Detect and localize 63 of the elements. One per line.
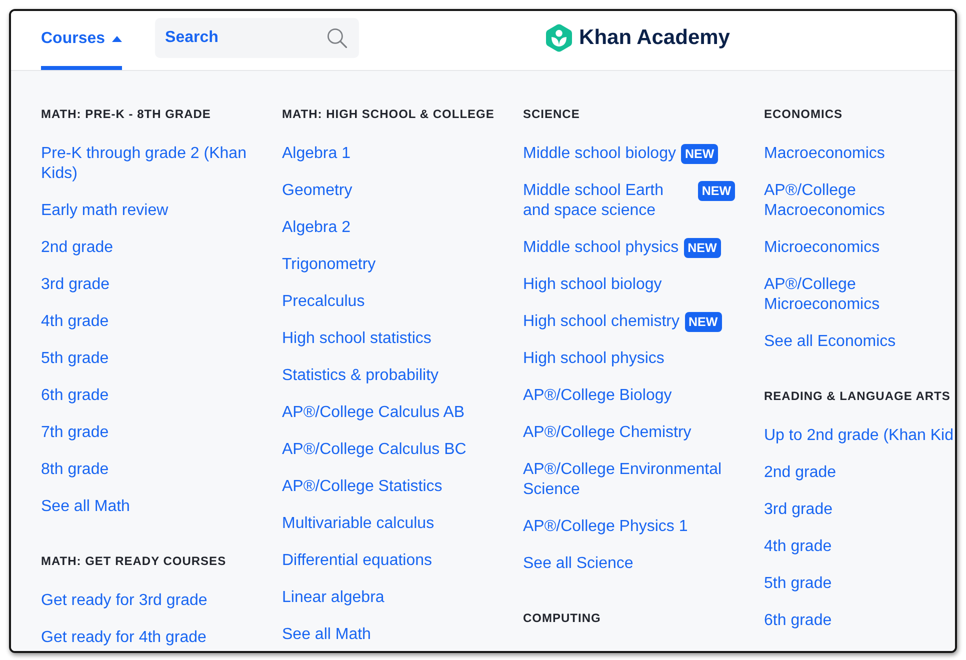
course-link[interactable]: 5th grade [41,349,109,369]
course-link[interactable]: Up to 2nd grade (Khan Kid [764,426,954,446]
new-badge: NEW [680,144,718,164]
new-badge: NEW [684,238,721,258]
course-link[interactable]: 6th grade [764,611,832,631]
course-link[interactable]: 6th grade [41,386,109,406]
course-link[interactable]: Linear algebra [282,588,384,608]
course-link[interactable]: Middle school biology [523,144,676,164]
course-link[interactable]: See all Math [41,497,130,517]
course-link[interactable]: 3rd grade [41,275,110,295]
course-link[interactable]: High school biology [523,275,662,295]
course-link[interactable]: Get ready for 3rd grade [41,591,208,611]
course-link[interactable]: Differential equations [282,551,432,571]
course-link[interactable]: AP®/College Macroeconomics [764,181,955,221]
course-link[interactable]: 5th grade [764,574,832,594]
course-link[interactable]: See all Economics [764,332,896,352]
course-link[interactable]: Geometry [282,181,352,201]
new-badge: NEW [698,181,735,201]
course-link[interactable]: 7th grade [41,423,109,443]
course-link[interactable]: Microeconomics [764,238,880,258]
course-link[interactable]: AP®/College Biology [523,386,672,406]
course-link[interactable]: Middle school physics [523,238,679,258]
course-link[interactable]: Multivariable calculus [282,514,434,534]
course-link[interactable]: AP®/College Chemistry [523,423,692,443]
course-link[interactable]: 4th grade [764,537,832,557]
course-link[interactable]: Middle school Earth and space science [523,181,693,221]
section-heading: MATH: PRE-K - 8TH GRADE [41,106,212,122]
course-link[interactable]: AP®/College Calculus BC [282,440,466,460]
course-link[interactable]: Algebra 1 [282,144,350,164]
course-link[interactable]: Algebra 2 [282,218,350,238]
section-heading: MATH: GET READY COURSES [41,553,228,569]
course-link[interactable]: AP®/College Calculus AB [282,403,465,423]
search-icon[interactable] [327,28,348,48]
course-link[interactable]: High school chemistry [523,312,680,332]
search-field[interactable]: Search [155,18,360,58]
course-link[interactable]: 4th grade [41,312,109,332]
course-link[interactable]: High school physics [523,349,664,369]
course-link[interactable]: Precalculus [282,292,365,312]
course-link[interactable]: Statistics & probability [282,366,439,386]
course-link[interactable]: Get ready for 4th grade [41,628,206,648]
course-link[interactable]: High school statistics [282,329,432,349]
course-link[interactable]: See all Math [282,625,371,645]
course-link[interactable]: Pre-K through grade 2 (Khan Kids) [41,144,253,184]
course-link[interactable]: 2nd grade [764,463,836,483]
section-heading: COMPUTING [523,610,602,626]
course-link[interactable]: 3rd grade [764,500,832,520]
section-heading: ECONOMICS [764,106,844,122]
course-link[interactable]: See all Science [523,554,634,574]
section-heading: SCIENCE [523,106,581,122]
section-heading: READING & LANGUAGE ARTS [764,388,952,404]
new-badge: NEW [684,312,722,332]
hexagon-logo-icon [546,24,572,52]
course-link[interactable]: AP®/College Microeconomics [764,275,955,315]
course-link[interactable]: Early math review [41,201,168,221]
section-heading: MATH: HIGH SCHOOL & COLLEGE [282,106,494,122]
course-link[interactable]: AP®/College Statistics [282,477,442,497]
course-link[interactable]: Trigonometry [282,255,376,275]
course-link[interactable]: AP®/College Environmental Science [523,460,735,500]
course-link[interactable]: Macroeconomics [764,144,885,164]
course-link[interactable]: AP®/College Physics 1 [523,517,688,537]
course-link[interactable]: 2nd grade [41,238,114,258]
logo-link[interactable]: Khan Academy [546,24,730,52]
course-link[interactable]: 8th grade [41,460,109,480]
